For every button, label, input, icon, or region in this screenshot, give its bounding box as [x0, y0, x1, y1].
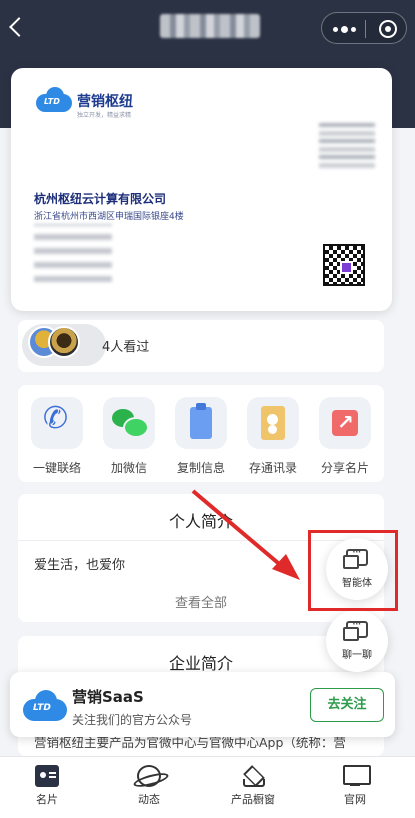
nav-label: 动态 [138, 793, 160, 806]
annotation-arrow [191, 489, 300, 580]
nav-card[interactable]: 名片 [2, 765, 92, 807]
card-icon [35, 765, 59, 787]
nav-website[interactable]: 官网 [310, 765, 400, 807]
layers-icon [241, 765, 265, 787]
planet-icon [137, 765, 161, 787]
monitor-icon [343, 765, 371, 787]
nav-label: 产品橱窗 [231, 793, 275, 806]
nav-label: 官网 [344, 793, 366, 806]
bottom-nav: 名片 动态 产品橱窗 官网 [0, 756, 415, 818]
nav-feed[interactable]: 动态 [104, 765, 194, 807]
nav-product-showcase[interactable]: 产品橱窗 [208, 765, 298, 807]
nav-label: 名片 [36, 793, 58, 806]
